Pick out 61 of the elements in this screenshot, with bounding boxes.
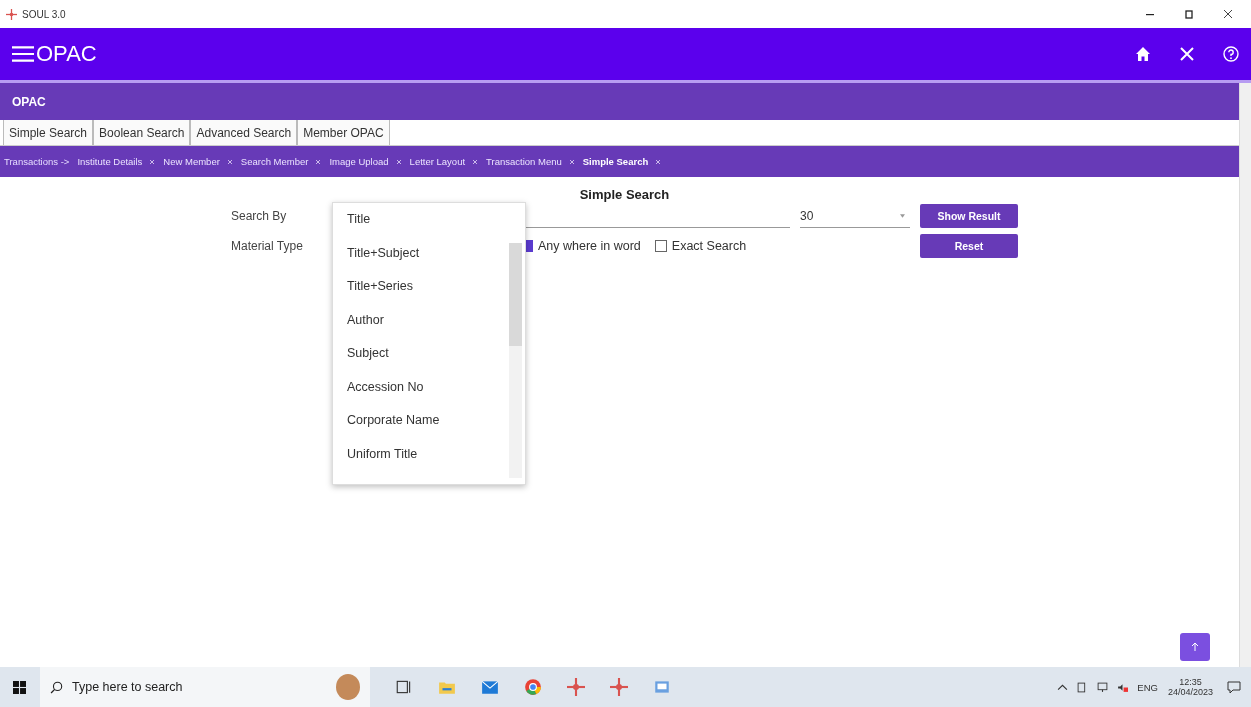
- dropdown-option[interactable]: Title+Subject: [333, 245, 509, 279]
- field-label: Search By: [231, 209, 288, 223]
- field-label: Material Type: [231, 239, 304, 253]
- dropdown-option[interactable]: Author: [333, 312, 509, 346]
- show-result-button[interactable]: Show Result: [920, 204, 1018, 228]
- form-heading: Simple Search: [578, 187, 671, 202]
- app-title: OPAC: [36, 41, 97, 67]
- dropdown-option[interactable]: Accession No: [333, 379, 509, 413]
- dropdown-option[interactable]: Corporate Name: [333, 413, 509, 447]
- dropdown-option[interactable]: Uniform Title: [333, 446, 509, 480]
- reset-button[interactable]: Reset: [920, 234, 1018, 258]
- clock-date[interactable]: 24/04/2023: [1167, 687, 1213, 697]
- cortana-picture: [336, 674, 360, 700]
- home-icon[interactable]: [1135, 46, 1151, 62]
- breadcrumb-label: Transactions ->: [4, 156, 70, 167]
- checkbox-label: Any where in word: [538, 239, 641, 253]
- dropdown-option[interactable]: Subject: [333, 346, 509, 380]
- breadcrumb-link[interactable]: Simple Search: [582, 156, 649, 167]
- search-tab[interactable]: Advanced Search: [190, 120, 298, 145]
- breadcrumb-link[interactable]: Transaction Menu: [486, 156, 562, 167]
- window-title: SOUL 3.0: [22, 8, 66, 20]
- dropdown-option[interactable]: Title: [333, 212, 509, 246]
- scrollbar[interactable]: [509, 243, 522, 478]
- app-logo-icon: [6, 8, 17, 20]
- language-indicator[interactable]: ENG: [1137, 681, 1158, 693]
- up-arrow-icon: [1191, 642, 1199, 652]
- breadcrumb-link[interactable]: Institute Details: [77, 156, 143, 167]
- breadcrumb-link[interactable]: Search Member: [240, 156, 309, 167]
- task-view-icon[interactable]: [395, 678, 413, 696]
- clock-time[interactable]: 12:35: [1179, 677, 1202, 687]
- scroll-top-button[interactable]: [1180, 633, 1210, 661]
- help-icon[interactable]: [1223, 46, 1239, 62]
- speaker-icon[interactable]: [1117, 681, 1129, 693]
- menu-icon[interactable]: [12, 45, 34, 63]
- search-tab[interactable]: Member OPAC: [297, 120, 390, 145]
- count-select[interactable]: 30: [800, 204, 910, 228]
- close-icon[interactable]: [1223, 9, 1233, 19]
- taskbar-search-field[interactable]: Type here to search: [40, 667, 370, 707]
- breadcrumb-link[interactable]: Letter Layout: [409, 156, 466, 167]
- mail-icon[interactable]: [481, 678, 499, 696]
- windows-start-icon[interactable]: [13, 680, 26, 694]
- maximize-icon[interactable]: [1184, 9, 1194, 19]
- network-icon[interactable]: [1097, 681, 1109, 693]
- module-title: OPAC: [12, 94, 46, 109]
- dropdown-option[interactable]: Title+Series: [333, 279, 509, 313]
- search-icon: [50, 680, 63, 694]
- browser-icon[interactable]: [524, 678, 542, 696]
- chevron-up-icon[interactable]: [1057, 681, 1069, 693]
- app-logo-icon[interactable]: [610, 678, 628, 696]
- scrollbar-thumb[interactable]: [509, 243, 522, 346]
- checkbox[interactable]: [654, 240, 667, 252]
- caret-icon: [900, 213, 905, 218]
- window-icon[interactable]: [653, 678, 671, 696]
- app-logo-icon[interactable]: [567, 678, 585, 696]
- breadcrumb-link[interactable]: New Member: [163, 156, 220, 167]
- breadcrumb-link[interactable]: Image Upload: [329, 156, 389, 167]
- search-tab[interactable]: Boolean Search: [93, 120, 191, 145]
- search-tab[interactable]: Simple Search: [3, 120, 94, 145]
- scrollbar[interactable]: [1239, 83, 1251, 667]
- notification-icon[interactable]: [1227, 680, 1241, 694]
- checkbox-label: Exact Search: [671, 239, 747, 253]
